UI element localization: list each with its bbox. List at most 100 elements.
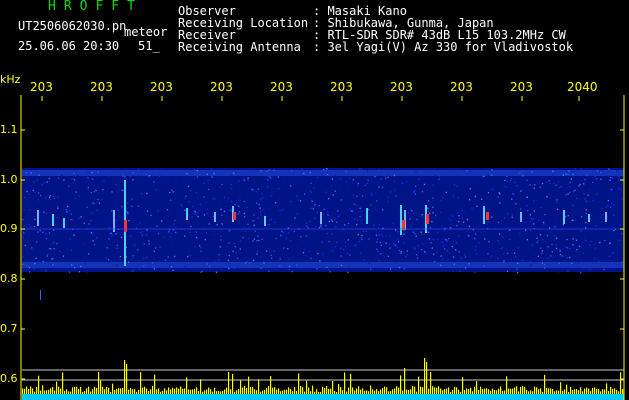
noise-pixel <box>435 214 437 217</box>
noise-pixel <box>72 219 74 221</box>
noise-pixel <box>58 177 60 179</box>
noise-pixel <box>474 271 476 274</box>
histogram-bar <box>198 391 200 394</box>
noise-pixel <box>32 256 34 258</box>
noise-pixel <box>594 175 596 177</box>
noise-pixel <box>395 261 398 263</box>
noise-pixel <box>87 182 90 184</box>
histogram-bar <box>152 386 154 394</box>
noise-pixel <box>74 197 76 200</box>
histogram-bar <box>568 392 570 394</box>
noise-pixel <box>533 210 535 212</box>
noise-pixel <box>433 239 435 241</box>
noise-pixel <box>506 180 508 183</box>
x-tick-label: 203 <box>90 80 113 94</box>
noise-pixel <box>503 219 505 221</box>
noise-pixel <box>452 270 454 272</box>
noise-pixel <box>221 214 223 216</box>
noise-pixel <box>218 254 220 256</box>
noise-pixel <box>283 265 285 267</box>
histogram-bar <box>520 386 522 394</box>
noise-pixel <box>296 264 298 266</box>
x-tick-label: 203 <box>270 80 293 94</box>
noise-pixel <box>348 177 350 179</box>
noise-pixel <box>108 175 110 177</box>
noise-pixel <box>87 177 90 179</box>
app-logo: HROFFT <box>48 0 143 14</box>
histogram-bar <box>80 387 82 394</box>
noise-pixel <box>388 243 391 245</box>
noise-pixel <box>146 192 148 195</box>
noise-pixel <box>398 266 401 269</box>
noise-pixel <box>539 234 542 236</box>
noise-pixel <box>540 247 542 249</box>
noise-pixel <box>575 239 578 241</box>
noise-pixel <box>172 269 174 271</box>
noise-pixel <box>546 196 548 198</box>
noise-pixel <box>289 204 291 206</box>
noise-pixel <box>474 249 476 251</box>
noise-pixel <box>30 267 32 270</box>
noise-pixel <box>68 210 70 212</box>
histogram-bar <box>276 389 278 394</box>
histogram-bar <box>300 386 302 394</box>
noise-pixel <box>561 237 564 240</box>
noise-pixel <box>35 257 37 259</box>
noise-pixel <box>516 268 518 270</box>
noise-pixel <box>128 261 130 263</box>
noise-pixel <box>510 173 513 175</box>
histogram-bar <box>414 386 416 394</box>
echo-histogram <box>22 358 624 394</box>
noise-pixel <box>248 268 250 271</box>
noise-pixel <box>464 267 467 269</box>
histogram-bar <box>212 391 214 394</box>
noise-pixel <box>97 198 99 201</box>
y-tick-label: 1.1 <box>0 123 18 136</box>
histogram-bar <box>410 389 412 394</box>
noise-pixel <box>124 267 126 269</box>
noise-pixel <box>268 248 270 250</box>
noise-pixel <box>93 211 95 213</box>
noise-pixel <box>266 170 268 173</box>
noise-pixel <box>475 233 477 235</box>
noise-pixel <box>456 185 458 187</box>
noise-pixel <box>580 168 582 170</box>
noise-pixel <box>75 191 77 193</box>
noise-pixel <box>354 244 357 246</box>
noise-pixel <box>482 176 484 178</box>
histogram-bar <box>526 390 528 394</box>
noise-pixel <box>129 176 131 178</box>
histogram-bar <box>354 390 356 394</box>
noise-pixel <box>440 255 442 257</box>
noise-pixel <box>143 265 145 267</box>
noise-pixel <box>487 192 490 194</box>
noise-pixel <box>359 207 361 209</box>
noise-pixel <box>146 256 148 258</box>
noise-pixel <box>98 192 100 194</box>
noise-pixel <box>309 190 311 192</box>
noise-pixel <box>160 252 162 254</box>
noise-pixel <box>334 246 336 248</box>
histogram-bar <box>260 391 262 394</box>
noise-pixel <box>467 173 470 175</box>
noise-pixel <box>70 213 72 215</box>
noise-pixel <box>120 185 122 187</box>
noise-pixel <box>414 193 416 195</box>
noise-pixel <box>345 181 347 183</box>
noise-pixel <box>244 230 246 232</box>
noise-pixel <box>172 191 174 193</box>
histogram-bar <box>270 376 272 394</box>
spectrogram-plot <box>20 95 625 400</box>
noise-pixel <box>547 249 549 251</box>
noise-pixel <box>567 270 569 272</box>
noise-pixel <box>194 210 196 212</box>
noise-pixel <box>611 202 613 205</box>
noise-pixel <box>262 209 264 211</box>
histogram-bar <box>68 391 70 394</box>
meteor-echo <box>563 210 565 224</box>
meteor-echo <box>37 210 39 226</box>
noise-pixel <box>542 221 545 224</box>
noise-pixel <box>601 207 603 210</box>
noise-pixel <box>260 267 262 269</box>
noise-pixel <box>196 169 198 172</box>
